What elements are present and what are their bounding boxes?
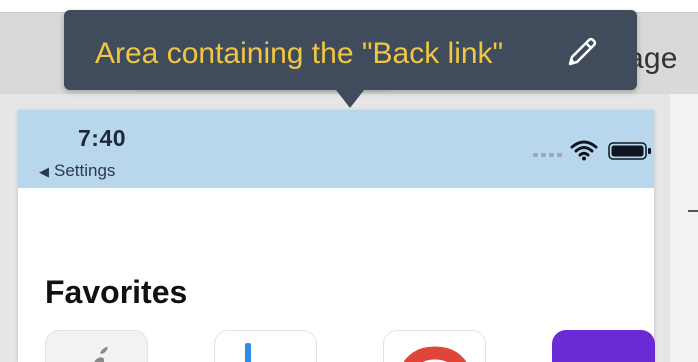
app-logo-icon (245, 343, 251, 362)
tooltip: Area containing the "Back link" (64, 10, 637, 90)
right-panel-strip (670, 94, 698, 362)
divider (688, 210, 698, 212)
back-link[interactable]: ◀ Settings (39, 160, 115, 182)
favorite-tile-apple[interactable] (45, 330, 148, 362)
favorite-tile-blue[interactable] (214, 330, 317, 362)
favorite-tile-red[interactable] (383, 330, 486, 362)
tooltip-arrow (336, 90, 364, 108)
back-arrow-icon: ◀ (39, 163, 49, 179)
battery-icon (608, 142, 651, 160)
signal-icon (533, 153, 563, 157)
tooltip-text: Area containing the "Back link" (95, 37, 504, 70)
apple-icon (94, 347, 108, 362)
status-bar-area[interactable]: 7:40 ◀ Settings (18, 110, 654, 188)
status-time: 7:40 (78, 125, 127, 151)
phone-preview: 7:40 ◀ Settings Favorites (18, 110, 655, 362)
wifi-icon (570, 140, 598, 161)
favorites-heading: Favorites (45, 274, 188, 310)
favorite-tile-purple[interactable] (552, 330, 655, 362)
pencil-icon[interactable] (564, 34, 600, 70)
back-link-label: Settings (54, 161, 116, 180)
app-logo-icon (403, 346, 467, 362)
